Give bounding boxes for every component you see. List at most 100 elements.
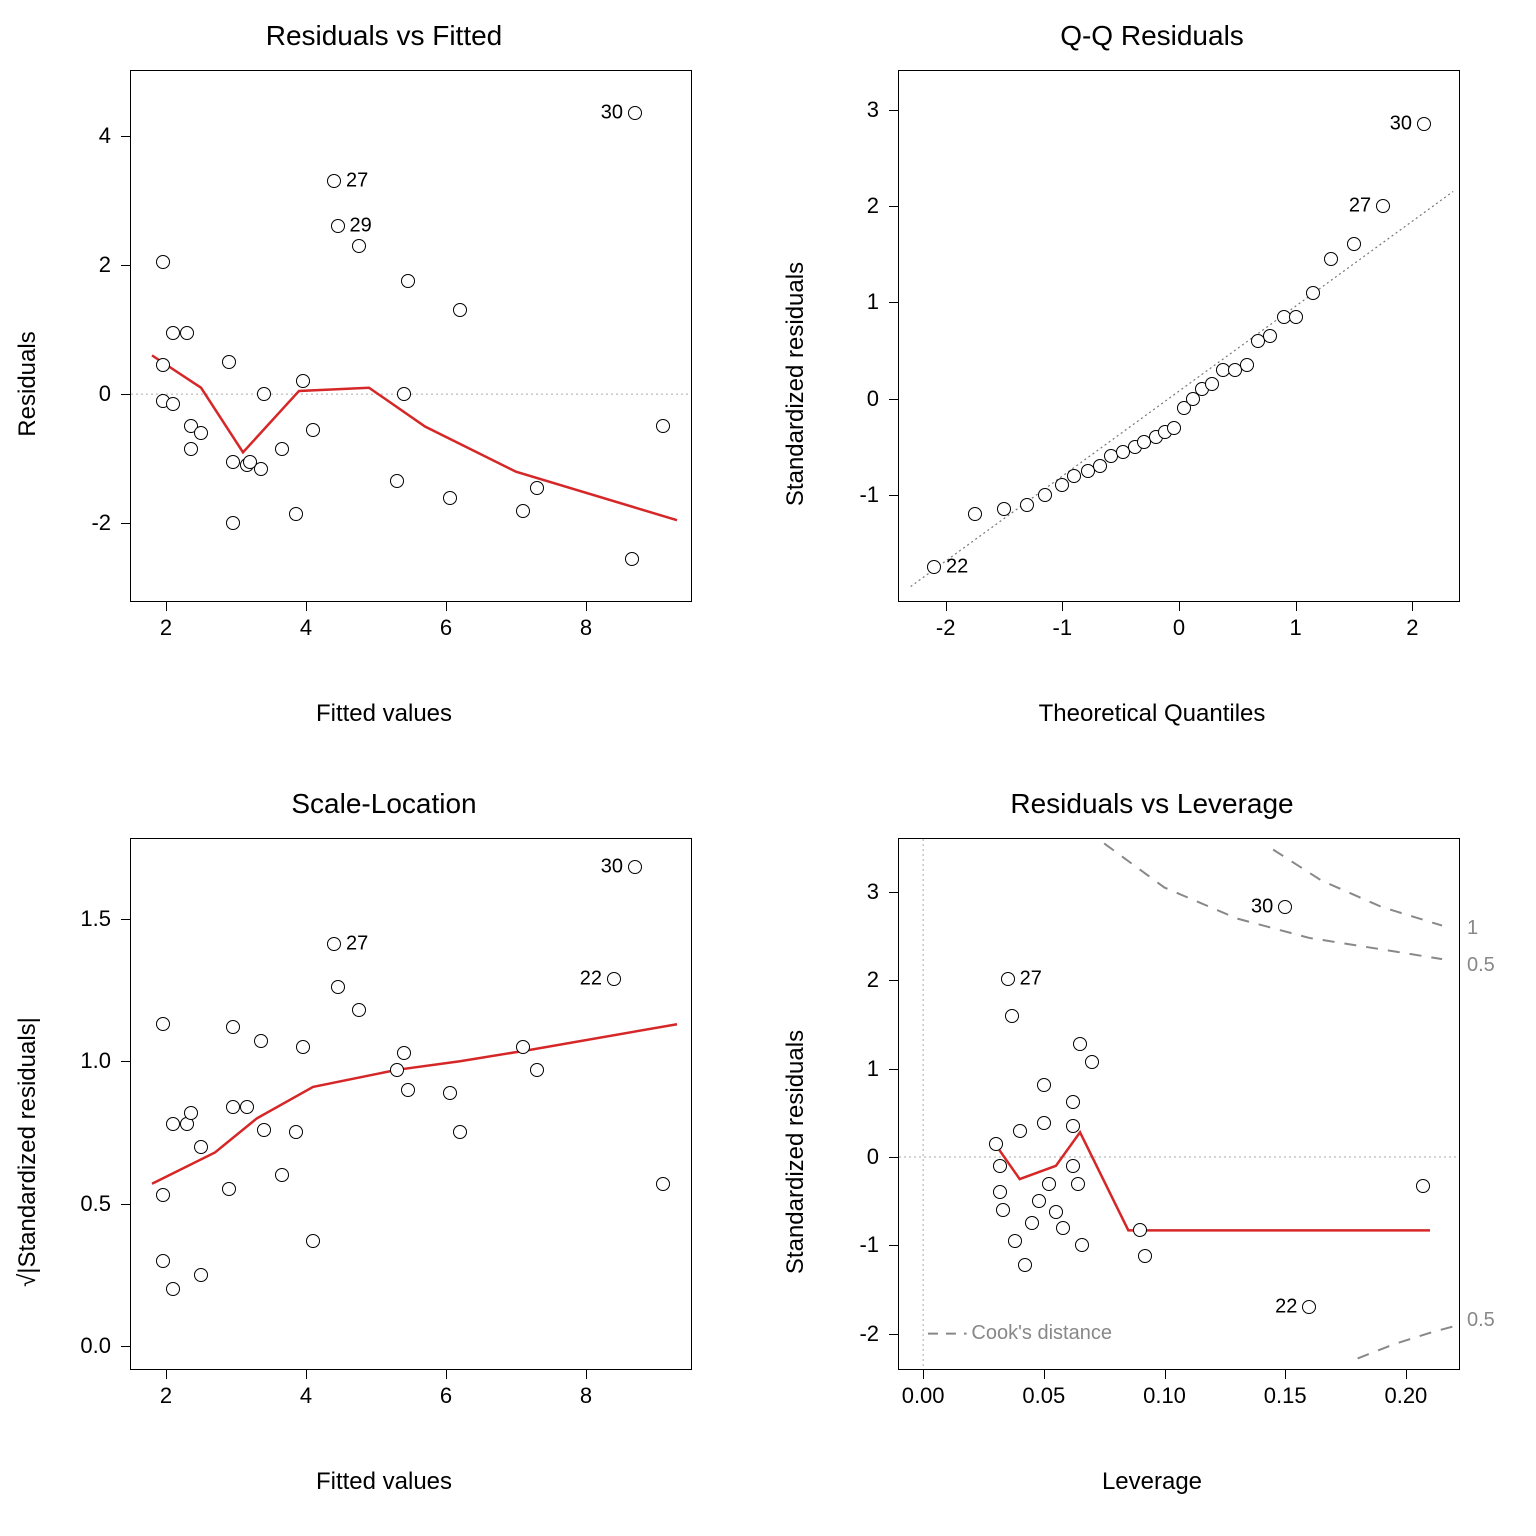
data-point [166,1282,180,1296]
data-point [1001,972,1015,986]
data-point [1347,237,1361,251]
data-point [1263,329,1277,343]
data-point [625,552,639,566]
data-point [516,1040,530,1054]
data-point [166,397,180,411]
y-tick [121,1346,131,1347]
data-point [254,1034,268,1048]
data-point [1093,459,1107,473]
y-tick-label: -2 [859,1321,879,1347]
data-point [306,423,320,437]
plot-title: Scale-Location [0,788,768,820]
y-tick [121,523,131,524]
x-tick-label: -2 [936,615,956,641]
point-label: 27 [346,169,368,192]
x-tick [1062,601,1063,611]
y-tick-label: 1.0 [80,1048,111,1074]
data-point [1067,469,1081,483]
data-point [327,174,341,188]
data-point [1278,900,1292,914]
y-tick [889,1069,899,1070]
y-tick-label: -1 [859,482,879,508]
data-point [156,255,170,269]
data-point [222,1182,236,1196]
data-point [194,1140,208,1154]
x-tick [1179,601,1180,611]
data-point [166,326,180,340]
cooks-distance-label: Cook's distance [971,1322,1112,1345]
data-point [1049,1205,1063,1219]
data-point [226,516,240,530]
data-point [968,507,982,521]
data-point [275,1168,289,1182]
y-axis-label: Residuals [14,331,42,436]
data-point [222,355,236,369]
data-point [1032,1194,1046,1208]
y-tick [889,399,899,400]
x-tick [306,1369,307,1379]
data-point [156,1254,170,1268]
data-point [1289,310,1303,324]
data-point [1376,199,1390,213]
data-point [156,1017,170,1031]
data-point [254,462,268,476]
data-point [656,419,670,433]
x-axis-label: Fitted values [0,700,768,728]
x-tick-label: 2 [160,615,172,641]
data-point [1025,1216,1039,1230]
data-point [401,274,415,288]
data-point [397,387,411,401]
x-tick [446,1369,447,1379]
data-point [240,1100,254,1114]
data-point [156,1188,170,1202]
data-point [1417,117,1431,131]
y-tick [889,495,899,496]
y-tick-label: 4 [99,123,111,149]
data-point [1138,1249,1152,1263]
cooks-contour-label: 0.5 [1467,1309,1495,1332]
y-axis-label: √|Standardized residuals| [14,1017,42,1287]
x-tick [1412,601,1413,611]
cooks-contour-label: 1 [1467,917,1478,940]
x-tick [1285,1369,1286,1379]
point-label: 22 [946,556,968,579]
x-axis-label: Fitted values [0,1468,768,1496]
y-tick [121,394,131,395]
point-label: 27 [346,933,368,956]
data-point [306,1234,320,1248]
data-point [1037,1078,1051,1092]
data-point [993,1185,1007,1199]
x-tick-label: 0.15 [1264,1383,1307,1409]
x-tick [1044,1369,1045,1379]
qq-residuals-panel: Q-Q Residuals Standardized residuals -2-… [768,0,1536,768]
x-tick-label: 0.05 [1022,1383,1065,1409]
x-tick-label: 0 [1173,615,1185,641]
data-point [996,1203,1010,1217]
data-point [184,442,198,456]
data-point [1071,1177,1085,1191]
plot-area: 0.000.050.100.150.20-2-1012330272210.50.… [898,838,1460,1370]
x-tick-label: 8 [580,1383,592,1409]
data-point [275,442,289,456]
y-tick-label: 3 [867,879,879,905]
data-point [226,1020,240,1034]
y-tick-label: 2 [99,252,111,278]
data-point [1416,1179,1430,1193]
diagnostic-plot-grid: Residuals vs Fitted Residuals 2468-20243… [0,0,1536,1536]
data-point [184,1106,198,1120]
data-point [1038,488,1052,502]
x-axis-label: Theoretical Quantiles [768,700,1536,728]
x-tick [306,601,307,611]
x-tick [1406,1369,1407,1379]
plot-area: 24680.00.51.01.5302722 [130,838,692,1370]
x-tick-label: 6 [440,1383,452,1409]
x-tick-label: 2 [1406,615,1418,641]
plot-title: Residuals vs Leverage [768,788,1536,820]
x-tick-label: -1 [1053,615,1073,641]
y-axis-label: Standardized residuals [782,1030,810,1274]
data-point [443,1086,457,1100]
data-point [1066,1119,1080,1133]
y-tick-label: 0 [867,1144,879,1170]
x-tick-label: 0.00 [902,1383,945,1409]
data-point [656,1177,670,1191]
